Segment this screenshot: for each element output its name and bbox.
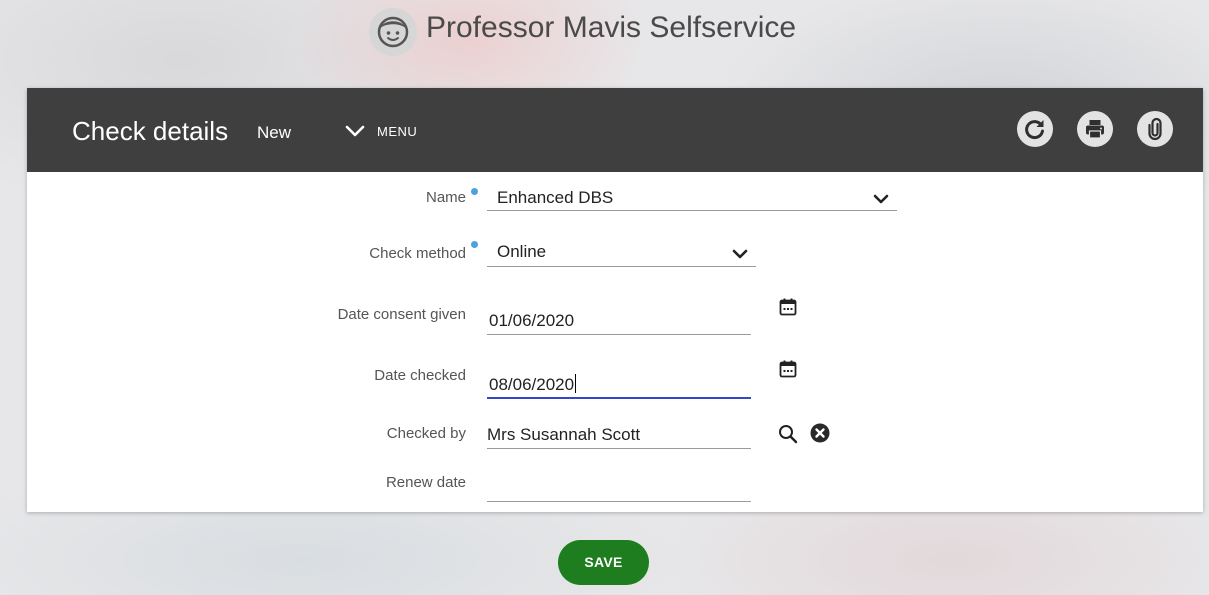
name-label: Name bbox=[425, 189, 466, 206]
record-status: New bbox=[257, 123, 292, 142]
attach-button[interactable] bbox=[1137, 111, 1173, 147]
calendar-icon bbox=[779, 360, 797, 378]
paperclip-icon bbox=[1148, 117, 1162, 141]
checked-by-label: Checked by bbox=[386, 425, 466, 442]
printer-icon bbox=[1086, 120, 1104, 139]
date-consent-input[interactable]: 01/06/2020 bbox=[487, 308, 751, 335]
chevron-down-icon bbox=[732, 249, 748, 259]
panel-toolbar: Check details New MENU bbox=[27, 88, 1203, 172]
name-selected-value: Enhanced DBS bbox=[497, 188, 614, 207]
refresh-button[interactable] bbox=[1017, 111, 1053, 147]
menu-dropdown[interactable]: MENU bbox=[345, 120, 417, 142]
menu-label: MENU bbox=[377, 123, 418, 139]
clear-icon bbox=[810, 423, 830, 443]
date-consent-value: 01/06/2020 bbox=[489, 311, 575, 330]
check-details-panel: Check details New MENU Name Enhanced DBS… bbox=[27, 88, 1203, 512]
date-checked-input[interactable]: 08/06/2020 bbox=[487, 371, 751, 399]
date-checked-value: 08/06/2020 bbox=[489, 374, 577, 394]
date-consent-calendar-button[interactable] bbox=[779, 298, 797, 316]
checked-by-value: Mrs Susannah Scott bbox=[487, 425, 641, 444]
renew-date-input[interactable] bbox=[487, 475, 751, 502]
app-header: Professor Mavis Selfservice bbox=[0, 0, 1209, 75]
required-indicator bbox=[471, 241, 478, 248]
name-select[interactable]: Enhanced DBS bbox=[487, 188, 897, 211]
smiley-face-icon bbox=[377, 16, 409, 48]
checked-by-clear-button[interactable] bbox=[810, 423, 830, 443]
date-checked-calendar-button[interactable] bbox=[779, 360, 797, 378]
search-icon bbox=[779, 425, 798, 444]
check-method-select[interactable]: Online bbox=[487, 242, 756, 267]
checked-by-input[interactable]: Mrs Susannah Scott bbox=[487, 422, 751, 449]
chevron-down-icon bbox=[345, 125, 365, 137]
renew-date-label: Renew date bbox=[385, 474, 466, 491]
required-indicator bbox=[471, 188, 478, 195]
refresh-icon bbox=[1025, 120, 1044, 140]
checked-by-search-button[interactable] bbox=[778, 424, 798, 444]
chevron-down-icon bbox=[873, 194, 889, 204]
panel-title: Check details bbox=[72, 116, 229, 146]
calendar-icon bbox=[779, 298, 797, 316]
date-checked-label: Date checked bbox=[374, 367, 466, 384]
app-title: Professor Mavis Selfservice bbox=[426, 11, 797, 44]
save-button[interactable]: SAVE bbox=[558, 540, 649, 585]
user-avatar[interactable] bbox=[369, 8, 417, 56]
date-consent-label: Date consent given bbox=[337, 306, 466, 323]
print-button[interactable] bbox=[1077, 111, 1113, 147]
check-method-selected-value: Online bbox=[497, 242, 547, 261]
check-method-label: Check method bbox=[369, 245, 466, 262]
